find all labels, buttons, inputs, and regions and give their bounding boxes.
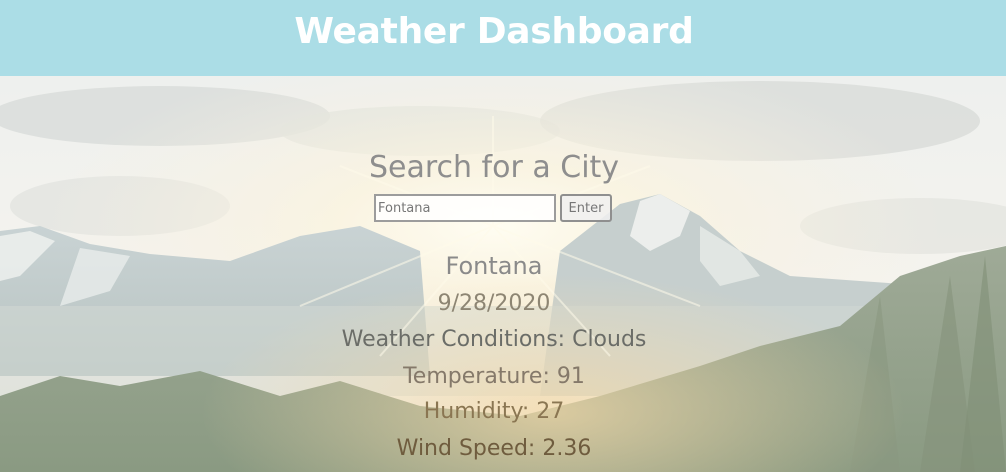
search-heading: Search for a City xyxy=(368,150,620,185)
temperature: Temperature: 91 xyxy=(403,364,585,389)
main-content: Search for a City Enter Fontana 9/28/202… xyxy=(0,76,988,472)
page-header: Weather Dashboard xyxy=(0,0,1006,76)
city-name: Fontana xyxy=(445,252,543,280)
weather-conditions: Weather Conditions: Clouds xyxy=(341,327,647,352)
wind-speed: Wind Speed: 2.36 xyxy=(396,436,592,461)
page-title: Weather Dashboard xyxy=(294,11,694,52)
city-search-input[interactable] xyxy=(374,194,556,222)
enter-button[interactable]: Enter xyxy=(560,194,612,222)
forecast-date: 9/28/2020 xyxy=(437,291,551,316)
humidity: Humidity: 27 xyxy=(423,399,565,424)
